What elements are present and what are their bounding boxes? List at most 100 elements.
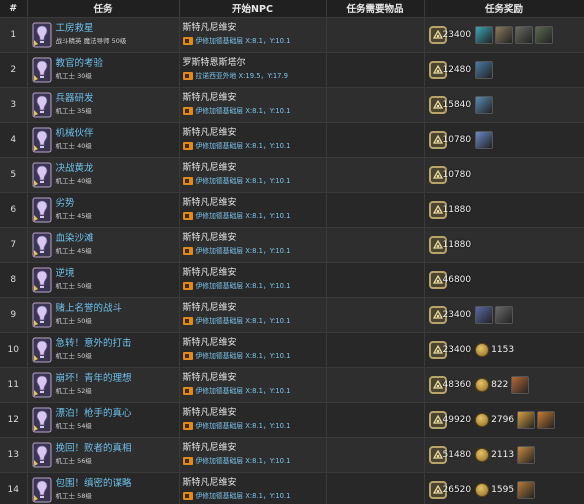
item-icon[interactable] (517, 410, 536, 429)
required-items-cell (326, 122, 425, 158)
table-row: 3 兵器研发 机工士 35级 斯特凡尼维安 伊修加德基础层 X:8.1，Y:10… (0, 87, 584, 123)
npc-location-link[interactable]: 伊修加德基础层 X:8.1，Y:10.1 (196, 420, 291, 433)
header-required-items: 任务需要物品 (326, 0, 425, 18)
npc-location-link[interactable]: 伊修加德基础层 X:8.1，Y:10.1 (196, 210, 291, 223)
npc-location-link[interactable]: 伊修加德基础层 X:8.1，Y:10.1 (196, 35, 291, 48)
quest-name-link[interactable]: 兵器研发 (56, 93, 94, 105)
quest-name-link[interactable]: 挽回！败者的真相 (56, 443, 132, 455)
exp-value: 11880 (442, 204, 472, 215)
quest-cell: 逆境 机工士 50级 (27, 262, 180, 298)
quest-requirement: 机工士 40级 (55, 176, 92, 185)
npc-location-link[interactable]: 伊修加德基础层 X:8.1，Y:10.1 (196, 280, 291, 293)
header-rewards: 任务奖励 (424, 0, 584, 18)
required-items-cell (326, 87, 425, 123)
npc-name: 罗斯特恩斯塔尔 (182, 57, 246, 68)
item-icon[interactable] (495, 25, 514, 44)
quest-name-link[interactable]: 漂泊！枪手的真心 (56, 408, 132, 420)
item-icon[interactable] (517, 445, 536, 464)
quest-name-link[interactable]: 急转！意外的打击 (56, 338, 132, 350)
rewards-cell: 23400 (424, 17, 584, 53)
quest-name-link[interactable]: 决战黄龙 (56, 163, 94, 175)
map-flag-icon (182, 142, 193, 150)
rewards-cell: 23400 (424, 297, 584, 333)
table-row: 8 逆境 机工士 50级 斯特凡尼维安 伊修加德基础层 X:8.1，Y:10.1… (0, 262, 584, 298)
exp-reward: 23400 (428, 305, 471, 324)
table-row: 4 机械伙伴 机工士 40级 斯特凡尼维安 伊修加德基础层 X:8.1，Y:10… (0, 122, 584, 158)
quest-name-link[interactable]: 包围！缜密的谋略 (56, 478, 132, 490)
npc-location-link[interactable]: 伊修加德基础层 X:8.1，Y:10.1 (196, 175, 291, 188)
map-flag-icon (182, 107, 193, 115)
rewards-list: 15840 (425, 88, 584, 122)
quest-icon (32, 92, 52, 118)
npc-location-link[interactable]: 伊修加德基础层 X:8.1，Y:10.1 (196, 245, 291, 258)
quest-requirement: 机工士 56级 (55, 456, 92, 465)
item-icon[interactable] (495, 305, 514, 324)
required-items-cell (326, 297, 425, 333)
table-body: 1 工房救星 战斗精英 魔法导师 50级 斯特凡尼维安 伊修加德基础层 X:8.… (0, 17, 584, 504)
item-icon[interactable] (515, 25, 534, 44)
item-icon[interactable] (475, 25, 494, 44)
exp-reward: 23400 (428, 340, 472, 359)
currency-value: 1595 (491, 484, 515, 495)
exp-value: 48360 (442, 379, 472, 390)
item-icon[interactable] (475, 60, 494, 79)
row-number: 11 (0, 367, 28, 403)
npc-name: 斯特凡尼维安 (182, 337, 237, 348)
quest-cell: 兵器研发 机工士 35级 (27, 87, 180, 123)
exp-value: 23400 (442, 29, 472, 40)
exp-value: 51480 (442, 449, 472, 460)
row-number: 3 (0, 87, 28, 123)
quest-icon (32, 337, 52, 363)
table-row: 6 劣势 机工士 45级 斯特凡尼维安 伊修加德基础层 X:8.1，Y:10.1… (0, 192, 584, 228)
quest-name-link[interactable]: 教官的考验 (56, 58, 104, 70)
npc-location-link[interactable]: 拉诺西亚外地 X:19.5，Y:17.9 (196, 70, 289, 83)
npc-name: 斯特凡尼维安 (182, 22, 237, 33)
required-items-cell (326, 437, 425, 473)
quest-name-link[interactable]: 逆境 (56, 268, 92, 280)
table-row: 14 包围！缜密的谋略 机工士 58级 斯特凡尼维安 伊修加德基础层 X:8.1… (0, 472, 584, 504)
npc-name: 斯特凡尼维安 (182, 477, 237, 488)
exp-value: 49920 (442, 414, 472, 425)
map-flag-icon (182, 282, 193, 290)
quest-name-link[interactable]: 崩坏！青年的理想 (56, 373, 132, 385)
map-flag-icon (182, 72, 193, 80)
required-items-cell (326, 157, 425, 193)
quest-name-link[interactable]: 机械伙伴 (56, 128, 94, 140)
npc-location-link[interactable]: 伊修加德基础层 X:8.1，Y:10.1 (196, 490, 291, 503)
map-flag-icon (182, 247, 193, 255)
npc-location-link[interactable]: 伊修加德基础层 X:8.1，Y:10.1 (196, 105, 291, 118)
quest-name-link[interactable]: 赌上名誉的战斗 (56, 303, 123, 315)
exp-reward: 11880 (428, 200, 472, 219)
npc-location-link[interactable]: 伊修加德基础层 X:8.1，Y:10.1 (196, 140, 291, 153)
item-icon[interactable] (537, 410, 556, 429)
quest-icon (32, 57, 52, 83)
quest-requirement: 机工士 52级 (55, 386, 92, 395)
quest-name-link[interactable]: 工房救星 (56, 23, 127, 35)
rewards-list: 46800 (425, 263, 584, 297)
item-icon[interactable] (475, 305, 494, 324)
quest-name-link[interactable]: 血染沙滩 (56, 233, 94, 245)
quest-icon (32, 22, 52, 48)
npc-location-link[interactable]: 伊修加德基础层 X:8.1，Y:10.1 (196, 315, 291, 328)
npc-name: 斯特凡尼维安 (182, 127, 237, 138)
quest-cell: 包围！缜密的谋略 机工士 58级 (27, 472, 180, 504)
rewards-list: 11880 (425, 228, 584, 262)
npc-location-link[interactable]: 伊修加德基础层 X:8.1，Y:10.1 (196, 350, 291, 363)
npc-location-link[interactable]: 伊修加德基础层 X:8.1，Y:10.1 (196, 455, 291, 468)
exp-reward: 51480 (428, 445, 472, 464)
item-icon[interactable] (517, 480, 536, 499)
header-quest: 任务 (27, 0, 180, 18)
quest-requirement: 战斗精英 魔法导师 50级 (55, 36, 127, 45)
npc-location-link[interactable]: 伊修加德基础层 X:8.1，Y:10.1 (196, 385, 291, 398)
required-items-cell (326, 402, 425, 438)
item-icon[interactable] (535, 25, 554, 44)
item-icon[interactable] (511, 375, 530, 394)
item-icon[interactable] (475, 95, 494, 114)
row-number: 9 (0, 297, 28, 333)
exp-reward: 12480 (428, 60, 471, 79)
exp-value: 23400 (442, 344, 472, 355)
rewards-list: 11880 (425, 193, 584, 227)
rewards-cell: 15840 (424, 87, 584, 123)
item-icon[interactable] (475, 130, 494, 149)
quest-name-link[interactable]: 劣势 (56, 198, 92, 210)
